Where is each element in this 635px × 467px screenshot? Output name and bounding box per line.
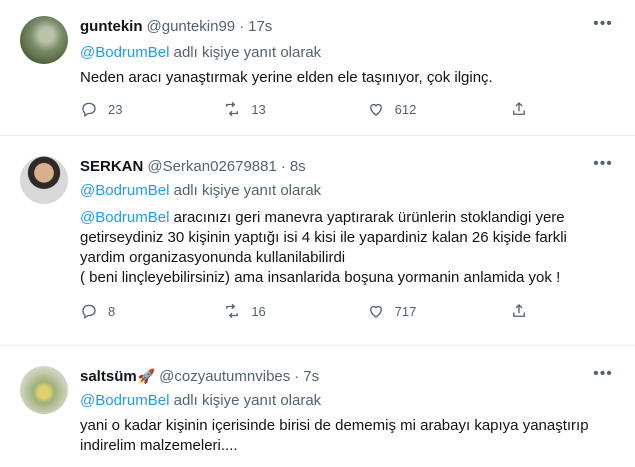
user-handle[interactable]: @Serkan02679881: [147, 158, 277, 175]
tweet-line: Neden aracı yanaştırmak yerine elden ele…: [80, 69, 493, 86]
separator-dot: ·: [239, 18, 245, 35]
tweet-text: @BodrumBel aracınızı geri manevra yaptır…: [80, 208, 620, 288]
like-button[interactable]: 612: [367, 100, 427, 118]
rocket-emoji: 🚀: [137, 368, 156, 384]
retweet-count: 16: [251, 303, 266, 319]
more-icon[interactable]: •••: [593, 364, 613, 384]
tweet-line: @BodrumBel aracınızı geri manevra yaptır…: [80, 208, 620, 228]
display-name[interactable]: guntekin: [80, 18, 143, 35]
reply-icon: [82, 304, 96, 320]
reply-suffix: adlı kişiye yanıt olarak: [173, 392, 322, 409]
tweet-line: getirseydiniz 30 kişinin yaptığı isi 4 k…: [80, 229, 567, 246]
reply-mention[interactable]: @BodrumBel: [80, 392, 169, 409]
text-rest: aracınızı geri manevra yaptırarak ürünle…: [169, 209, 565, 226]
tweet-line: indirelim malzemeleri....: [80, 437, 238, 454]
timestamp[interactable]: 8s: [290, 158, 306, 175]
like-count: 612: [394, 101, 417, 117]
like-button[interactable]: 717: [367, 302, 427, 320]
action-bar: 23 13 612: [80, 100, 530, 118]
reply-suffix: adlı kişiye yanıt olarak: [173, 44, 322, 61]
reply-suffix: adlı kişiye yanıt olarak: [173, 182, 322, 199]
tweet-text: yani o kadar kişinin içerisinde birisi d…: [80, 416, 620, 456]
share-icon: [513, 102, 525, 115]
tweet-header: saltsüm 🚀 @cozyautumnvibes · 7s: [80, 368, 319, 385]
user-handle[interactable]: @guntekin99: [147, 18, 236, 35]
tweet-line: yardim organizasyonunda kullanilabilirdi: [80, 249, 346, 266]
text-mention[interactable]: @BodrumBel: [80, 209, 169, 226]
display-name[interactable]: saltsüm: [80, 368, 137, 385]
more-icon[interactable]: •••: [593, 14, 613, 34]
reply-context: @BodrumBel adlı kişiye yanıt olarak: [80, 182, 321, 199]
reply-context: @BodrumBel adlı kişiye yanıt olarak: [80, 392, 321, 409]
tweet-header: SERKAN @Serkan02679881 · 8s: [80, 158, 306, 175]
retweet-icon: [226, 101, 239, 117]
reply-count: 8: [108, 303, 116, 319]
reply-count: 23: [108, 101, 123, 117]
timestamp[interactable]: 7s: [303, 368, 319, 385]
separator-dot: ·: [294, 368, 300, 385]
share-icon: [513, 304, 525, 317]
retweet-icon: [226, 303, 239, 319]
like-icon: [369, 305, 382, 318]
tweet-3[interactable]: saltsüm 🚀 @cozyautumnvibes · 7s ••• @Bod…: [0, 354, 635, 467]
divider: [0, 135, 635, 136]
share-button[interactable]: [510, 100, 530, 118]
display-name[interactable]: SERKAN: [80, 158, 143, 175]
reply-mention[interactable]: @BodrumBel: [80, 44, 169, 61]
reply-button[interactable]: 8: [80, 302, 140, 320]
timestamp[interactable]: 17s: [248, 18, 272, 35]
retweet-button[interactable]: 16: [223, 302, 283, 320]
tweet-line: ( beni linçleyebilirsiniz) ama insanlari…: [80, 269, 561, 286]
separator-dot: ·: [280, 158, 286, 175]
like-count: 717: [394, 303, 417, 319]
tweet-text: Neden aracı yanaştırmak yerine elden ele…: [80, 68, 620, 88]
tweet-header: guntekin @guntekin99 · 17s: [80, 18, 272, 35]
tweet-2[interactable]: SERKAN @Serkan02679881 · 8s ••• @BodrumB…: [0, 144, 635, 340]
more-icon[interactable]: •••: [593, 154, 613, 174]
tweet-1[interactable]: guntekin @guntekin99 · 17s ••• @BodrumBe…: [0, 0, 635, 132]
tweet-line: yani o kadar kişinin içerisinde birisi d…: [80, 417, 589, 434]
reply-context: @BodrumBel adlı kişiye yanıt olarak: [80, 44, 321, 61]
share-button[interactable]: [510, 302, 530, 320]
avatar[interactable]: [20, 16, 68, 64]
user-handle[interactable]: @cozyautumnvibes: [159, 368, 290, 385]
divider: [0, 345, 635, 346]
reply-button[interactable]: 23: [80, 100, 140, 118]
retweet-count: 13: [251, 101, 266, 117]
reply-mention[interactable]: @BodrumBel: [80, 182, 169, 199]
action-bar: 8 16 717: [80, 302, 530, 320]
like-icon: [369, 103, 382, 116]
retweet-button[interactable]: 13: [223, 100, 283, 118]
reply-icon: [82, 102, 96, 118]
avatar[interactable]: [20, 156, 68, 204]
avatar[interactable]: [20, 366, 68, 414]
